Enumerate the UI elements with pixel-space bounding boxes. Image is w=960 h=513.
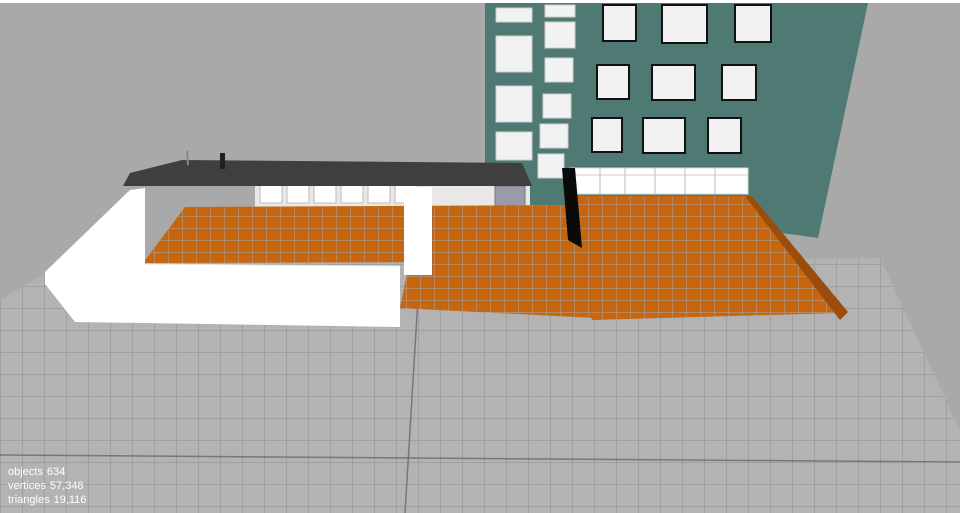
stat-objects: objects 634 bbox=[8, 465, 90, 479]
3d-viewport[interactable]: objects 634 vertices 57,348 triangles 19,11… bbox=[0, 0, 960, 513]
stat-vertices: vertices 57,348 bbox=[8, 479, 90, 493]
balcony-railing bbox=[569, 167, 749, 195]
roof-slab bbox=[123, 150, 532, 186]
stats-overlay: objects 634 vertices 57,348 triangles 19,11… bbox=[8, 465, 90, 507]
stat-objects-label: objects bbox=[8, 466, 43, 478]
stat-vertices-value: 57,348 bbox=[49, 480, 84, 492]
stat-vertices-label: vertices bbox=[8, 480, 46, 492]
scene-canvas[interactable] bbox=[0, 0, 960, 513]
stat-objects-value: 634 bbox=[46, 466, 66, 478]
viewport-top-border bbox=[0, 0, 960, 3]
stat-triangles: triangles 19,116 bbox=[8, 493, 90, 507]
stat-triangles-value: 19,116 bbox=[53, 494, 87, 506]
stat-triangles-label: triangles bbox=[8, 494, 50, 506]
